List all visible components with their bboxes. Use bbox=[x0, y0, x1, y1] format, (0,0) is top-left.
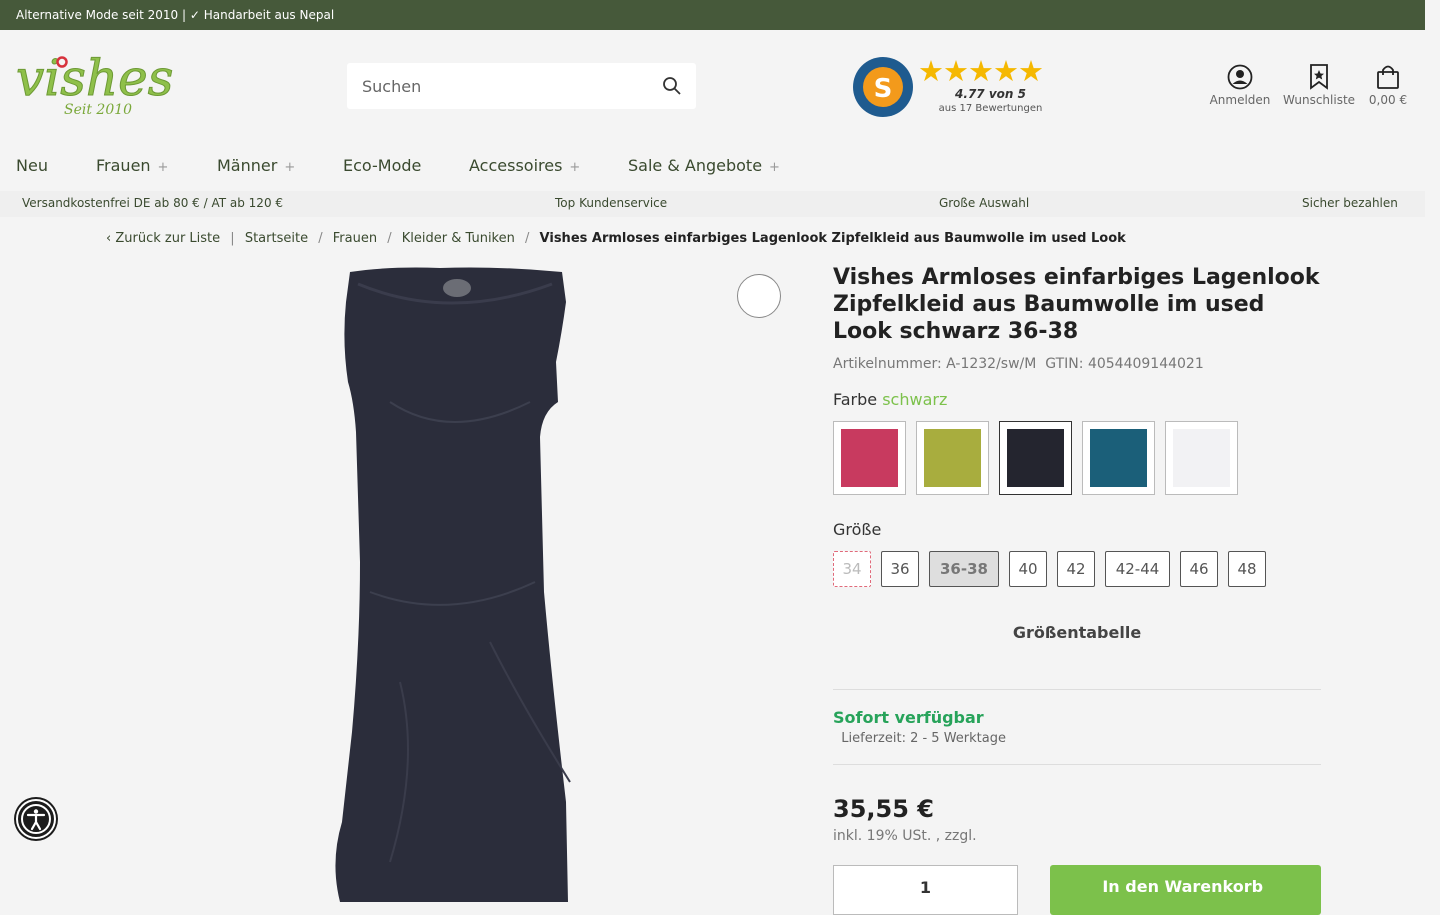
product-title: Vishes Armloses einfarbiges Lagenlook Zi… bbox=[833, 265, 1320, 344]
usp-bar: Versandkostenfrei DE ab 80 € / AT ab 120… bbox=[0, 191, 1425, 217]
tax-note: inkl. 19% USt. , zzgl. bbox=[833, 828, 977, 844]
nav-item-maenner[interactable]: Männer + bbox=[217, 156, 295, 175]
logo-subtitle: Seit 2010 bbox=[64, 102, 132, 118]
size-option[interactable]: 36-38 bbox=[929, 551, 999, 587]
swatch-black[interactable] bbox=[999, 421, 1072, 495]
product-info: Vishes Armloses einfarbiges Lagenlook Zi… bbox=[833, 264, 1323, 372]
accessibility-button[interactable] bbox=[16, 799, 56, 839]
topbar-text: Alternative Mode seit 2010 | ✓ Handarbei… bbox=[16, 8, 335, 22]
size-option[interactable]: 34 bbox=[833, 551, 871, 587]
breadcrumb-frauen[interactable]: Frauen bbox=[333, 231, 377, 246]
shopping-bag-icon bbox=[1377, 65, 1399, 89]
breadcrumb-kleider[interactable]: Kleider & Tuniken bbox=[402, 231, 515, 246]
plus-icon: + bbox=[769, 160, 780, 175]
nav-item-eco-mode[interactable]: Eco-Mode bbox=[343, 156, 421, 175]
breadcrumb-current: Vishes Armloses einfarbiges Lagenlook Zi… bbox=[539, 231, 1126, 246]
topbar: Alternative Mode seit 2010 | ✓ Handarbei… bbox=[0, 0, 1425, 30]
bookmark-icon bbox=[1310, 64, 1328, 90]
wishlist-label: Wunschliste bbox=[1282, 93, 1356, 107]
add-to-cart-button[interactable]: In den Warenkorb bbox=[1050, 865, 1321, 915]
divider bbox=[833, 764, 1321, 765]
quantity-value[interactable]: 1 bbox=[834, 878, 1017, 897]
product-image[interactable] bbox=[330, 262, 580, 902]
article-number: A-1232/sw/M bbox=[946, 356, 1037, 372]
cart-button[interactable]: 0,00 € bbox=[1366, 64, 1410, 107]
availability-status: Sofort verfügbar bbox=[833, 708, 984, 727]
user-icon bbox=[1227, 64, 1253, 90]
nav-item-sale[interactable]: Sale & Angebote + bbox=[628, 156, 780, 175]
swatch-pink[interactable] bbox=[833, 421, 906, 495]
accessibility-icon bbox=[21, 804, 51, 834]
cart-total: 0,00 € bbox=[1368, 93, 1408, 107]
shopvote-badge-icon: S bbox=[853, 57, 913, 117]
nav-item-frauen[interactable]: Frauen + bbox=[96, 156, 168, 175]
size-option[interactable]: 42-44 bbox=[1105, 551, 1170, 587]
zoom-button[interactable] bbox=[737, 274, 781, 318]
login-label: Anmelden bbox=[1209, 93, 1271, 107]
size-option[interactable]: 36 bbox=[881, 551, 919, 587]
size-option[interactable]: 40 bbox=[1009, 551, 1047, 587]
search-icon[interactable] bbox=[662, 76, 682, 96]
nav-item-neu[interactable]: Neu bbox=[16, 156, 48, 175]
vishes-logo[interactable]: vishes Seit 2010 bbox=[16, 48, 196, 119]
product-price: 35,55 € bbox=[833, 795, 934, 823]
rating-count: aus 17 Bewertungen bbox=[938, 103, 1043, 114]
back-to-list-link[interactable]: ‹ Zurück zur Liste bbox=[106, 231, 220, 246]
usp-shipping: Versandkostenfrei DE ab 80 € / AT ab 120… bbox=[22, 196, 284, 210]
gtin: 4054409144021 bbox=[1087, 356, 1204, 372]
usp-payment: Sicher bezahlen bbox=[1302, 196, 1398, 210]
size-label: Größe bbox=[833, 520, 882, 539]
breadcrumb: ‹ Zurück zur Liste | Startseite / Frauen… bbox=[106, 231, 1126, 246]
rating-stars: ★★★★★ bbox=[918, 54, 1044, 88]
breadcrumb-divider: | bbox=[230, 231, 235, 246]
divider bbox=[833, 689, 1321, 690]
svg-text:S: S bbox=[874, 74, 893, 104]
delivery-time: Lieferzeit: 2 - 5 Werktage bbox=[841, 731, 1006, 746]
plus-icon: + bbox=[284, 160, 296, 175]
swatch-lime[interactable] bbox=[916, 421, 989, 495]
color-label: Farbe schwarz bbox=[833, 390, 948, 409]
quantity-stepper: 1 bbox=[833, 865, 1018, 915]
login-button[interactable]: Anmelden bbox=[1208, 64, 1272, 107]
logo-wordmark: vishes bbox=[16, 49, 173, 107]
size-option[interactable]: 48 bbox=[1228, 551, 1266, 587]
chevron-left-icon: ‹ bbox=[106, 231, 112, 246]
wishlist-button[interactable]: Wunschliste bbox=[1282, 64, 1356, 107]
color-value: schwarz bbox=[882, 390, 948, 409]
shopvote-widget[interactable]: S ★★★★★ 4.77 von 5 aus 17 Bewertungen bbox=[850, 54, 1065, 120]
plus-icon: + bbox=[569, 160, 581, 175]
usp-service: Top Kundenservice bbox=[555, 196, 668, 210]
size-chart-link[interactable]: Größentabelle bbox=[833, 623, 1321, 642]
swatch-white[interactable] bbox=[1165, 421, 1238, 495]
breadcrumb-startseite[interactable]: Startseite bbox=[245, 231, 308, 246]
swatch-petrol[interactable] bbox=[1082, 421, 1155, 495]
main-nav: Neu Frauen + Männer + Eco-Mode Accessoires… bbox=[0, 148, 1425, 184]
nav-item-accessoires[interactable]: Accessoires + bbox=[469, 156, 580, 175]
usp-selection: Große Auswahl bbox=[939, 196, 1030, 210]
size-option[interactable]: 46 bbox=[1180, 551, 1218, 587]
search-input[interactable] bbox=[347, 63, 637, 109]
plus-icon: + bbox=[157, 160, 169, 175]
header: vishes Seit 2010 S ★★★★★ 4.77 von 5 aus … bbox=[0, 30, 1425, 142]
size-option[interactable]: 42 bbox=[1057, 551, 1095, 587]
product-meta: Artikelnummer: A-1232/sw/M GTIN: 4054409… bbox=[833, 356, 1204, 372]
rating-value: 4.77 von 5 bbox=[955, 87, 1026, 101]
search-box bbox=[347, 63, 696, 109]
